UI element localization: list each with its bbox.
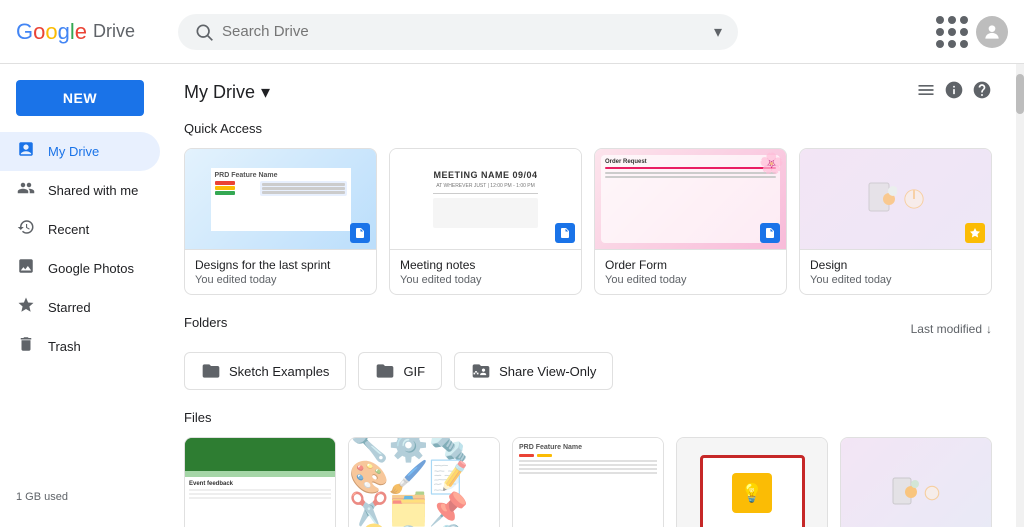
help-icon[interactable] <box>972 80 992 105</box>
file-card-jamboard[interactable]: ✏️📐📏🔧⚙️🔩🎨🖌️📝✂️🗂️📌🔑🔒🖇️📎🖊️✒️ J Copy of Jam… <box>348 437 500 527</box>
scrollbar[interactable] <box>1016 64 1024 527</box>
sidebar-item-label: My Drive <box>48 144 99 159</box>
file-thumb-jamboard: ✏️📐📏🔧⚙️🔩🎨🖌️📝✂️🗂️📌🔑🔒🖇️📎🖊️✒️ <box>349 438 499 527</box>
search-input[interactable] <box>222 23 706 40</box>
google-logo: Google <box>16 19 87 45</box>
doc-badge-meeting <box>555 223 575 243</box>
qa-card-design[interactable]: Design You edited today <box>799 148 992 295</box>
file-card-event[interactable]: Event feedback Event Feedback <box>184 437 336 527</box>
folder-gif[interactable]: GIF <box>358 352 442 390</box>
folder-icon-gif <box>375 361 395 381</box>
quick-access-grid: PRD Feature Name <box>184 148 992 295</box>
folder-name-gif: GIF <box>403 364 425 379</box>
folder-share-view[interactable]: Share View-Only <box>454 352 613 390</box>
qa-sub: You edited today <box>195 274 366 286</box>
content-area: My Drive ▾ Quick Access <box>160 64 1016 527</box>
doc-badge-order <box>760 223 780 243</box>
qa-info-meeting: Meeting notes You edited today <box>390 249 581 294</box>
quick-access-title: Quick Access <box>184 121 992 136</box>
file-thumb-board: 💡 <box>677 438 827 527</box>
qa-card-designs[interactable]: PRD Feature Name <box>184 148 377 295</box>
search-bar[interactable]: ▾ <box>178 14 738 50</box>
folder-name-share: Share View-Only <box>499 364 596 379</box>
folders-grid: Sketch Examples GIF Share View-Only <box>184 352 992 390</box>
file-thumb-designs2: PRD Feature Name <box>513 438 663 527</box>
sidebar-item-label: Recent <box>48 222 89 237</box>
qa-thumb-design <box>800 149 991 249</box>
folders-header: Folders Last modified ↓ <box>184 315 992 342</box>
doc-badge-design <box>965 223 985 243</box>
info-icon[interactable] <box>944 80 964 105</box>
doc-badge <box>350 223 370 243</box>
sidebar-item-label: Starred <box>48 300 91 315</box>
file-card-designs2[interactable]: PRD Feature Name Designs for the last ..… <box>512 437 664 527</box>
sort-icon: ↓ <box>986 322 992 336</box>
storage-info: 1 GB used <box>0 475 160 519</box>
sidebar-item-label: Shared with me <box>48 183 138 198</box>
header-actions <box>916 80 992 105</box>
sidebar-item-photos[interactable]: Google Photos <box>0 249 160 288</box>
qa-name-meeting: Meeting notes <box>400 258 571 272</box>
last-modified[interactable]: Last modified ↓ <box>911 322 992 336</box>
drive-title-dropdown-icon[interactable]: ▾ <box>261 82 270 103</box>
file-card-design2[interactable]: Design <box>840 437 992 527</box>
main-layout: NEW My Drive Shared with me Recent Googl… <box>0 64 1024 527</box>
search-icon <box>194 22 214 42</box>
new-button[interactable]: NEW <box>16 80 144 116</box>
drive-header: My Drive ▾ <box>184 80 992 105</box>
list-view-icon[interactable] <box>916 80 936 105</box>
trash-icon <box>16 335 36 358</box>
photos-icon <box>16 257 36 280</box>
qa-info-order: Order Form You edited today <box>595 249 786 294</box>
qa-name-order: Order Form <box>605 258 776 272</box>
qa-info-design: Design You edited today <box>800 249 991 294</box>
file-card-board[interactable]: 💡 J Board color <box>676 437 828 527</box>
logo: Google Drive <box>16 19 166 45</box>
sidebar: NEW My Drive Shared with me Recent Googl… <box>0 64 160 527</box>
qa-sub-order: You edited today <box>605 274 776 286</box>
drive-title[interactable]: My Drive ▾ <box>184 82 270 103</box>
folder-sketch[interactable]: Sketch Examples <box>184 352 346 390</box>
qa-card-meeting[interactable]: MEETING NAME 09/04 AT WHEREVER JUST | 12… <box>389 148 582 295</box>
starred-icon <box>16 296 36 319</box>
sidebar-item-label: Trash <box>48 339 81 354</box>
folder-name: Sketch Examples <box>229 364 329 379</box>
qa-thumb-designs: PRD Feature Name <box>185 149 376 249</box>
sidebar-item-my-drive[interactable]: My Drive <box>0 132 160 171</box>
folder-icon-share <box>471 361 491 381</box>
search-dropdown-icon[interactable]: ▾ <box>714 22 722 42</box>
qa-name-design: Design <box>810 258 981 272</box>
sidebar-item-trash[interactable]: Trash <box>0 327 160 366</box>
apps-grid-icon[interactable] <box>936 16 968 48</box>
qa-card-order[interactable]: Order Request 🌸 Order Form You edited to… <box>594 148 787 295</box>
qa-name: Designs for the last sprint <box>195 258 366 272</box>
file-thumb-design2 <box>841 438 991 527</box>
topbar: Google Drive ▾ <box>0 0 1024 64</box>
sidebar-item-starred[interactable]: Starred <box>0 288 160 327</box>
files-grid: Event feedback Event Feedback ✏️📐📏🔧⚙️🔩 <box>184 437 992 527</box>
sidebar-item-label: Google Photos <box>48 261 134 276</box>
qa-thumb-meeting: MEETING NAME 09/04 AT WHEREVER JUST | 12… <box>390 149 581 249</box>
qa-info: Designs for the last sprint You edited t… <box>185 249 376 294</box>
files-title: Files <box>184 410 992 425</box>
sidebar-item-shared[interactable]: Shared with me <box>0 171 160 210</box>
my-drive-icon <box>16 140 36 163</box>
account-avatar[interactable] <box>976 16 1008 48</box>
qa-sub-design: You edited today <box>810 274 981 286</box>
recent-icon <box>16 218 36 241</box>
file-thumb-event: Event feedback <box>185 438 335 527</box>
qa-sub-meeting: You edited today <box>400 274 571 286</box>
folders-title: Folders <box>184 315 227 330</box>
folder-icon <box>201 361 221 381</box>
qa-thumb-order: Order Request 🌸 <box>595 149 786 249</box>
shared-icon <box>16 179 36 202</box>
sidebar-item-recent[interactable]: Recent <box>0 210 160 249</box>
topbar-right <box>936 16 1008 48</box>
drive-wordmark: Drive <box>93 21 135 42</box>
